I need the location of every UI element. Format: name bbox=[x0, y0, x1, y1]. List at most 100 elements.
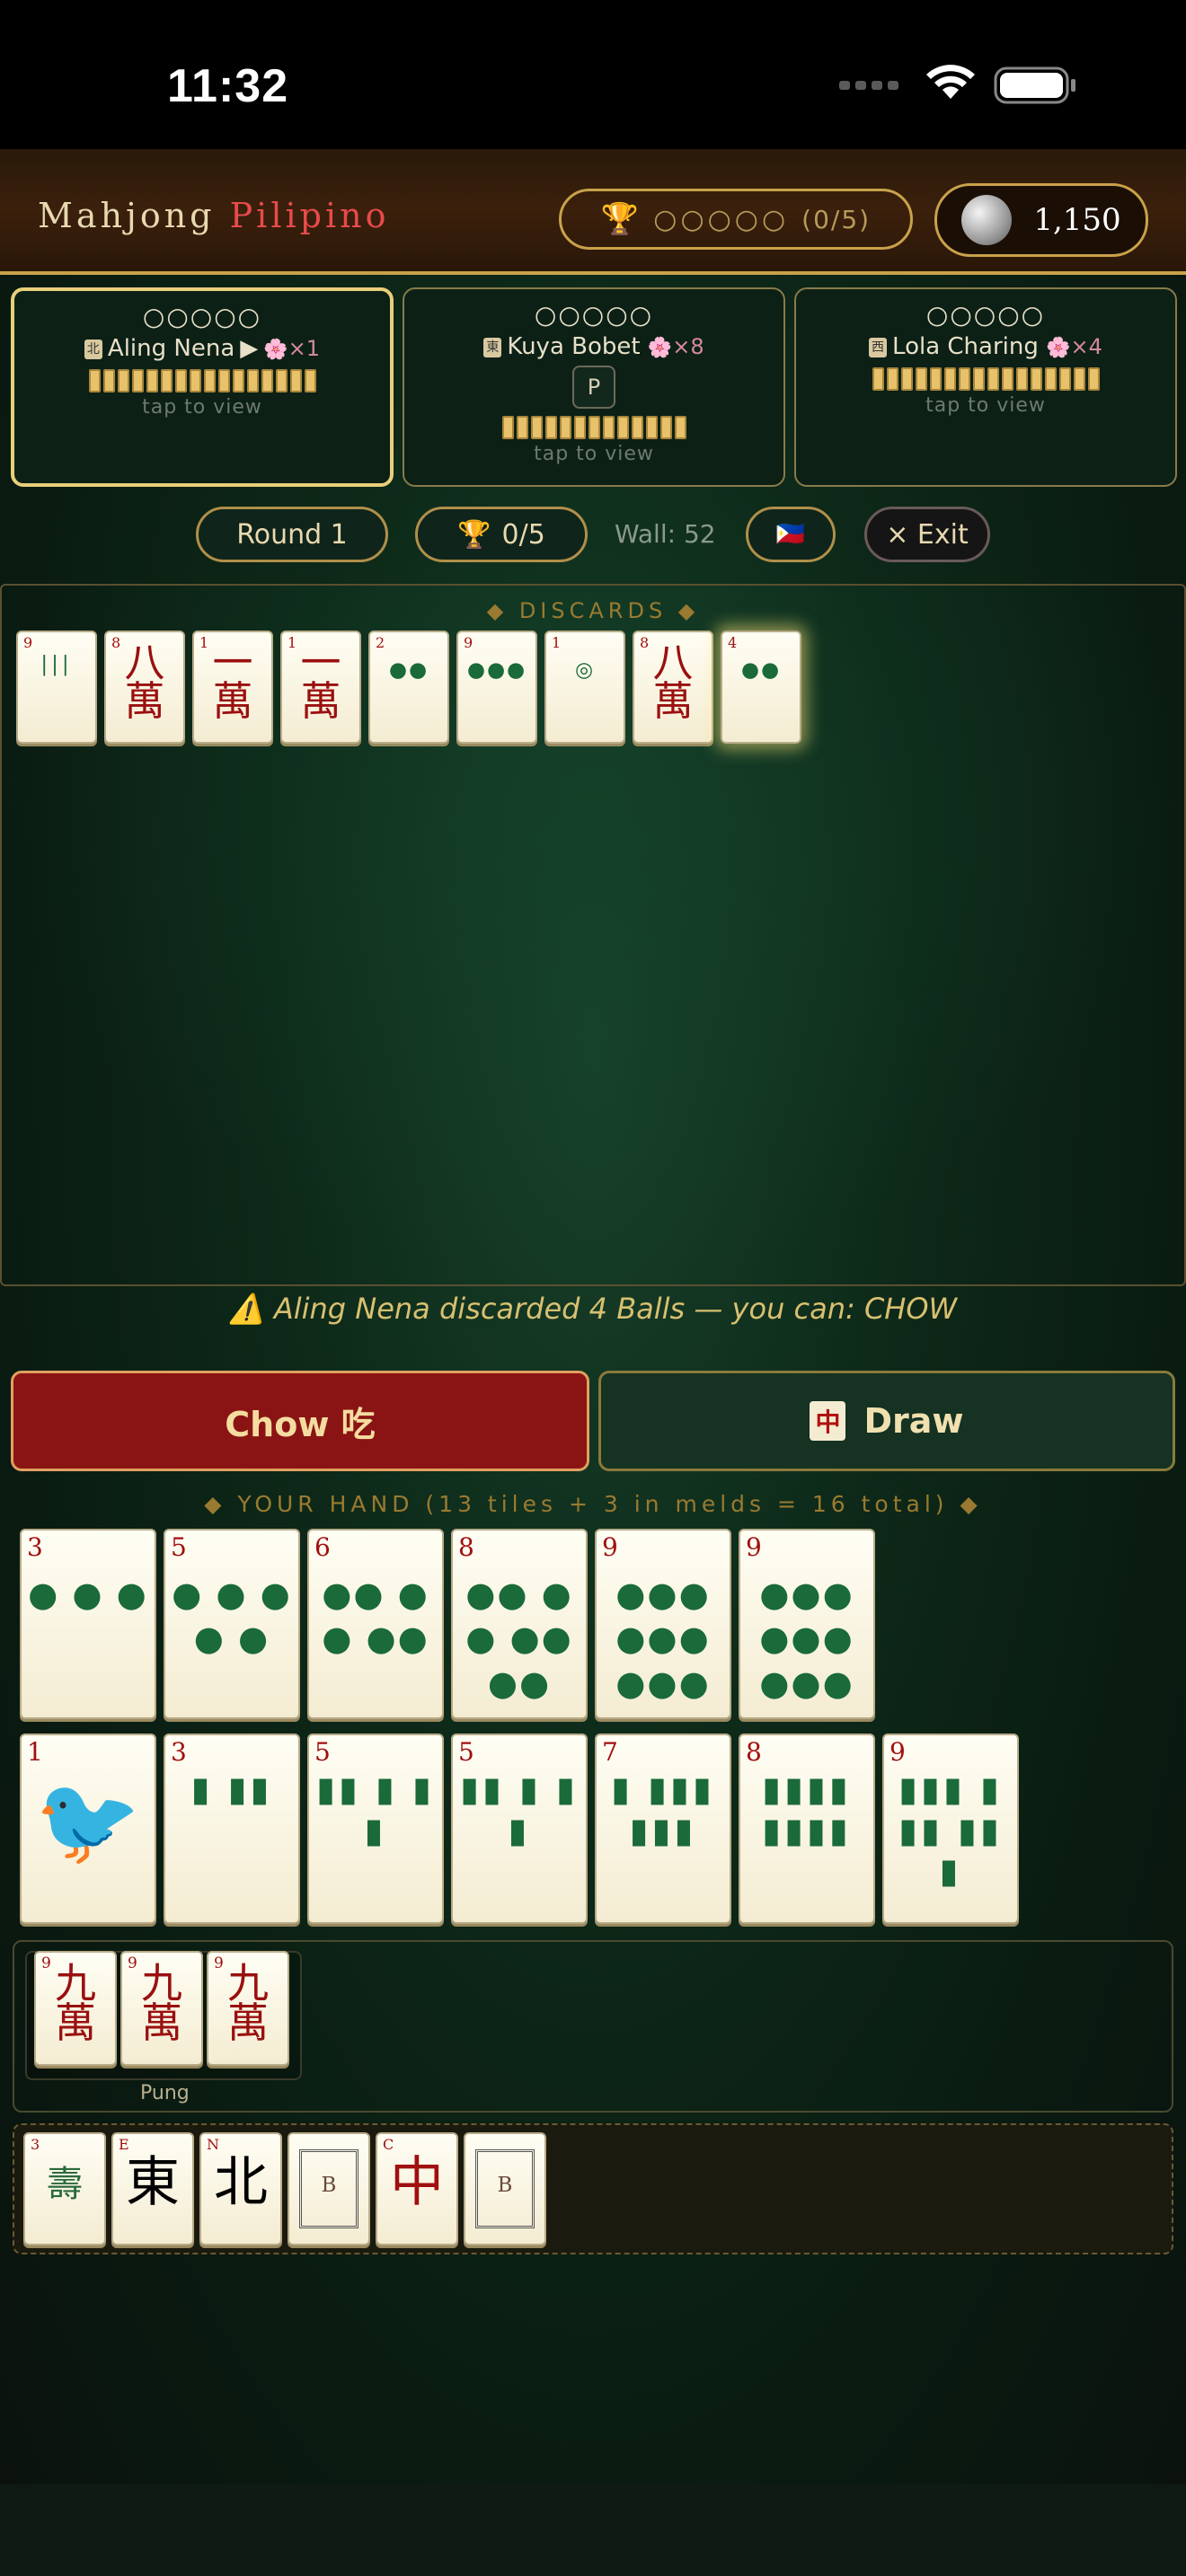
discard-tile-char: 8 八萬 bbox=[104, 631, 185, 744]
hand-tile-bamboo[interactable]: 8 ▮▮▮▮ ▮▮▮▮ bbox=[739, 1734, 875, 1924]
round-indicator: Round 1 bbox=[196, 507, 388, 562]
tile-rank: 9 bbox=[890, 1737, 906, 1767]
tile-back bbox=[631, 416, 643, 439]
discard-tile-dots: 4 ●● bbox=[721, 631, 801, 744]
pung-badge: P bbox=[572, 366, 615, 409]
tile-rank: 9 bbox=[23, 634, 33, 651]
tile-face: 九萬 bbox=[141, 1959, 182, 2047]
tile-back bbox=[886, 367, 898, 391]
tile-back bbox=[117, 369, 129, 393]
opponent-panel[interactable]: ○○○○○ 西 Lola Charing 🌸×4 tap to view bbox=[794, 287, 1177, 487]
tile-face: ▮▮ ▮ ▮▮ bbox=[460, 1769, 579, 1850]
tile-face: ● ● ● bbox=[28, 1575, 148, 1614]
tile-face: ●● bbox=[740, 658, 782, 682]
tile-back bbox=[573, 416, 586, 439]
tile-face: B bbox=[321, 2174, 337, 2197]
opponent-panel[interactable]: ○○○○○ 東 Kuya Bobet 🌸×8 Ptap to view bbox=[403, 287, 785, 487]
language-flag-button[interactable]: 🇵🇭 bbox=[746, 507, 836, 562]
trophy-icon: 🏆 bbox=[457, 518, 491, 551]
tile-back bbox=[304, 369, 316, 393]
hand-tile-bamboo[interactable]: 3 ▮ ▮▮ bbox=[164, 1734, 300, 1924]
hand-tile-bamboo[interactable]: 7 ▮ ▮▮▮ ▮▮▮ bbox=[595, 1734, 731, 1924]
hand-tile-bamboo[interactable]: 5 ▮▮ ▮ ▮▮ bbox=[451, 1734, 588, 1924]
discard-tile-dots: 1 ◎ bbox=[544, 631, 625, 744]
hand-tile-bamboo[interactable]: 9 ▮▮▮ ▮▮▮ ▮▮▮ bbox=[882, 1734, 1019, 1924]
hand-tile-dots[interactable]: 5 ● ● ● ● ● bbox=[164, 1529, 300, 1719]
tile-face: B bbox=[497, 2174, 513, 2197]
draw-button[interactable]: 中 Draw bbox=[598, 1371, 1175, 1471]
draw-tile-icon: 中 bbox=[810, 1401, 846, 1441]
hand-tile-dots[interactable]: 3 ● ● ● bbox=[20, 1529, 156, 1719]
turn-indicator-icon: ▶ bbox=[240, 335, 259, 362]
tile-back bbox=[88, 369, 101, 393]
tile-back bbox=[559, 416, 571, 439]
coin-balance-pill[interactable]: 1,150 bbox=[934, 183, 1148, 257]
meld-label: Pung bbox=[140, 2082, 190, 2104]
tile-rank: 5 bbox=[314, 1737, 331, 1767]
tile-back bbox=[189, 369, 201, 393]
tile-back bbox=[516, 416, 528, 439]
hand-label: ◆ YOUR HAND (13 tiles + 3 in melds = 16 … bbox=[204, 1491, 982, 1517]
chow-button[interactable]: Chow 吃 bbox=[11, 1371, 589, 1471]
tile-rank: 9 bbox=[464, 634, 474, 651]
tile-back bbox=[987, 367, 999, 391]
opponent-flower-count: ×1 bbox=[288, 336, 321, 361]
opponent-trophy-circles: ○○○○○ bbox=[142, 302, 262, 331]
tile-back bbox=[645, 416, 658, 439]
tile-face: ●● ●● ●● bbox=[322, 1575, 429, 1659]
tile-back bbox=[203, 369, 216, 393]
opponent-trophy-circles: ○○○○○ bbox=[925, 300, 1046, 330]
trophy-count: (0/5) bbox=[801, 204, 872, 234]
tile-face: ▮ ▮▮▮ ▮▮▮ bbox=[611, 1769, 715, 1850]
trophy-circles: ○○○○○ bbox=[653, 203, 790, 235]
tile-face: ◎ bbox=[574, 658, 596, 682]
tile-back bbox=[659, 416, 672, 439]
tile-back bbox=[900, 367, 913, 391]
tile-face: 北 bbox=[214, 2151, 268, 2214]
opponent-flower-count: ×8 bbox=[672, 334, 704, 359]
tile-back bbox=[246, 369, 259, 393]
opponent-panel[interactable]: ○○○○○ 北 Aling Nena ▶ 🌸×1 tap to view bbox=[11, 287, 394, 487]
tile-back bbox=[530, 416, 543, 439]
opponent-flower-count: ×4 bbox=[1070, 334, 1102, 359]
discard-tile-char: 1 一萬 bbox=[280, 631, 361, 744]
tile-rank: 3 bbox=[171, 1737, 187, 1767]
tile-back bbox=[131, 369, 144, 393]
tile-back bbox=[261, 369, 273, 393]
opponent-name: Aling Nena bbox=[107, 335, 235, 362]
tile-back bbox=[217, 369, 230, 393]
tile-back bbox=[1015, 367, 1028, 391]
hand-tile-bird[interactable]: 1 🐦 bbox=[20, 1734, 156, 1924]
tap-to-view-hint: tap to view bbox=[142, 396, 262, 419]
status-icons bbox=[836, 63, 1105, 108]
tile-back bbox=[915, 367, 927, 391]
trophy-round-pill[interactable]: 🏆 0/5 bbox=[415, 507, 588, 562]
tile-back bbox=[289, 369, 302, 393]
tile-back bbox=[1044, 367, 1057, 391]
bonus-tile-blank: B bbox=[288, 2132, 370, 2245]
trophy-progress-pill[interactable]: 🏆 ○○○○○ (0/5) bbox=[559, 189, 913, 250]
hand-tile-dots[interactable]: 8 ●● ●● ●● ●● bbox=[451, 1529, 588, 1719]
tile-back bbox=[160, 369, 173, 393]
tile-face: 一萬 bbox=[212, 639, 253, 725]
opponent-name: Lola Charing bbox=[892, 333, 1039, 360]
tile-back bbox=[1001, 367, 1013, 391]
tile-face: ● ● ● ● ● bbox=[172, 1575, 292, 1659]
tile-face: 中 bbox=[390, 2151, 444, 2214]
tile-rank: 5 bbox=[171, 1532, 187, 1562]
coin-icon bbox=[961, 195, 1013, 245]
hand-tile-bamboo[interactable]: 5 ▮▮ ▮ ▮▮ bbox=[307, 1734, 444, 1924]
tile-rank: 2 bbox=[376, 634, 385, 651]
hand-tile-dots[interactable]: 6 ●● ●● ●● bbox=[307, 1529, 444, 1719]
exit-button[interactable]: × Exit bbox=[864, 507, 990, 562]
hand-tile-dots[interactable]: 9 ●●● ●●● ●●● bbox=[739, 1529, 875, 1719]
tile-face: ●●● ●●● ●●● bbox=[615, 1575, 711, 1703]
hand-tile-dots[interactable]: 9 ●●● ●●● ●●● bbox=[595, 1529, 731, 1719]
tile-back bbox=[588, 416, 600, 439]
flower-icon: 🌸 bbox=[647, 337, 673, 359]
tile-face: ▮▮ ▮ ▮▮ bbox=[316, 1769, 435, 1850]
tile-rank: 1 bbox=[552, 634, 562, 651]
tile-rank: 3 bbox=[31, 2136, 40, 2153]
tap-to-view-hint: tap to view bbox=[534, 443, 654, 465]
tile-back bbox=[501, 416, 514, 439]
